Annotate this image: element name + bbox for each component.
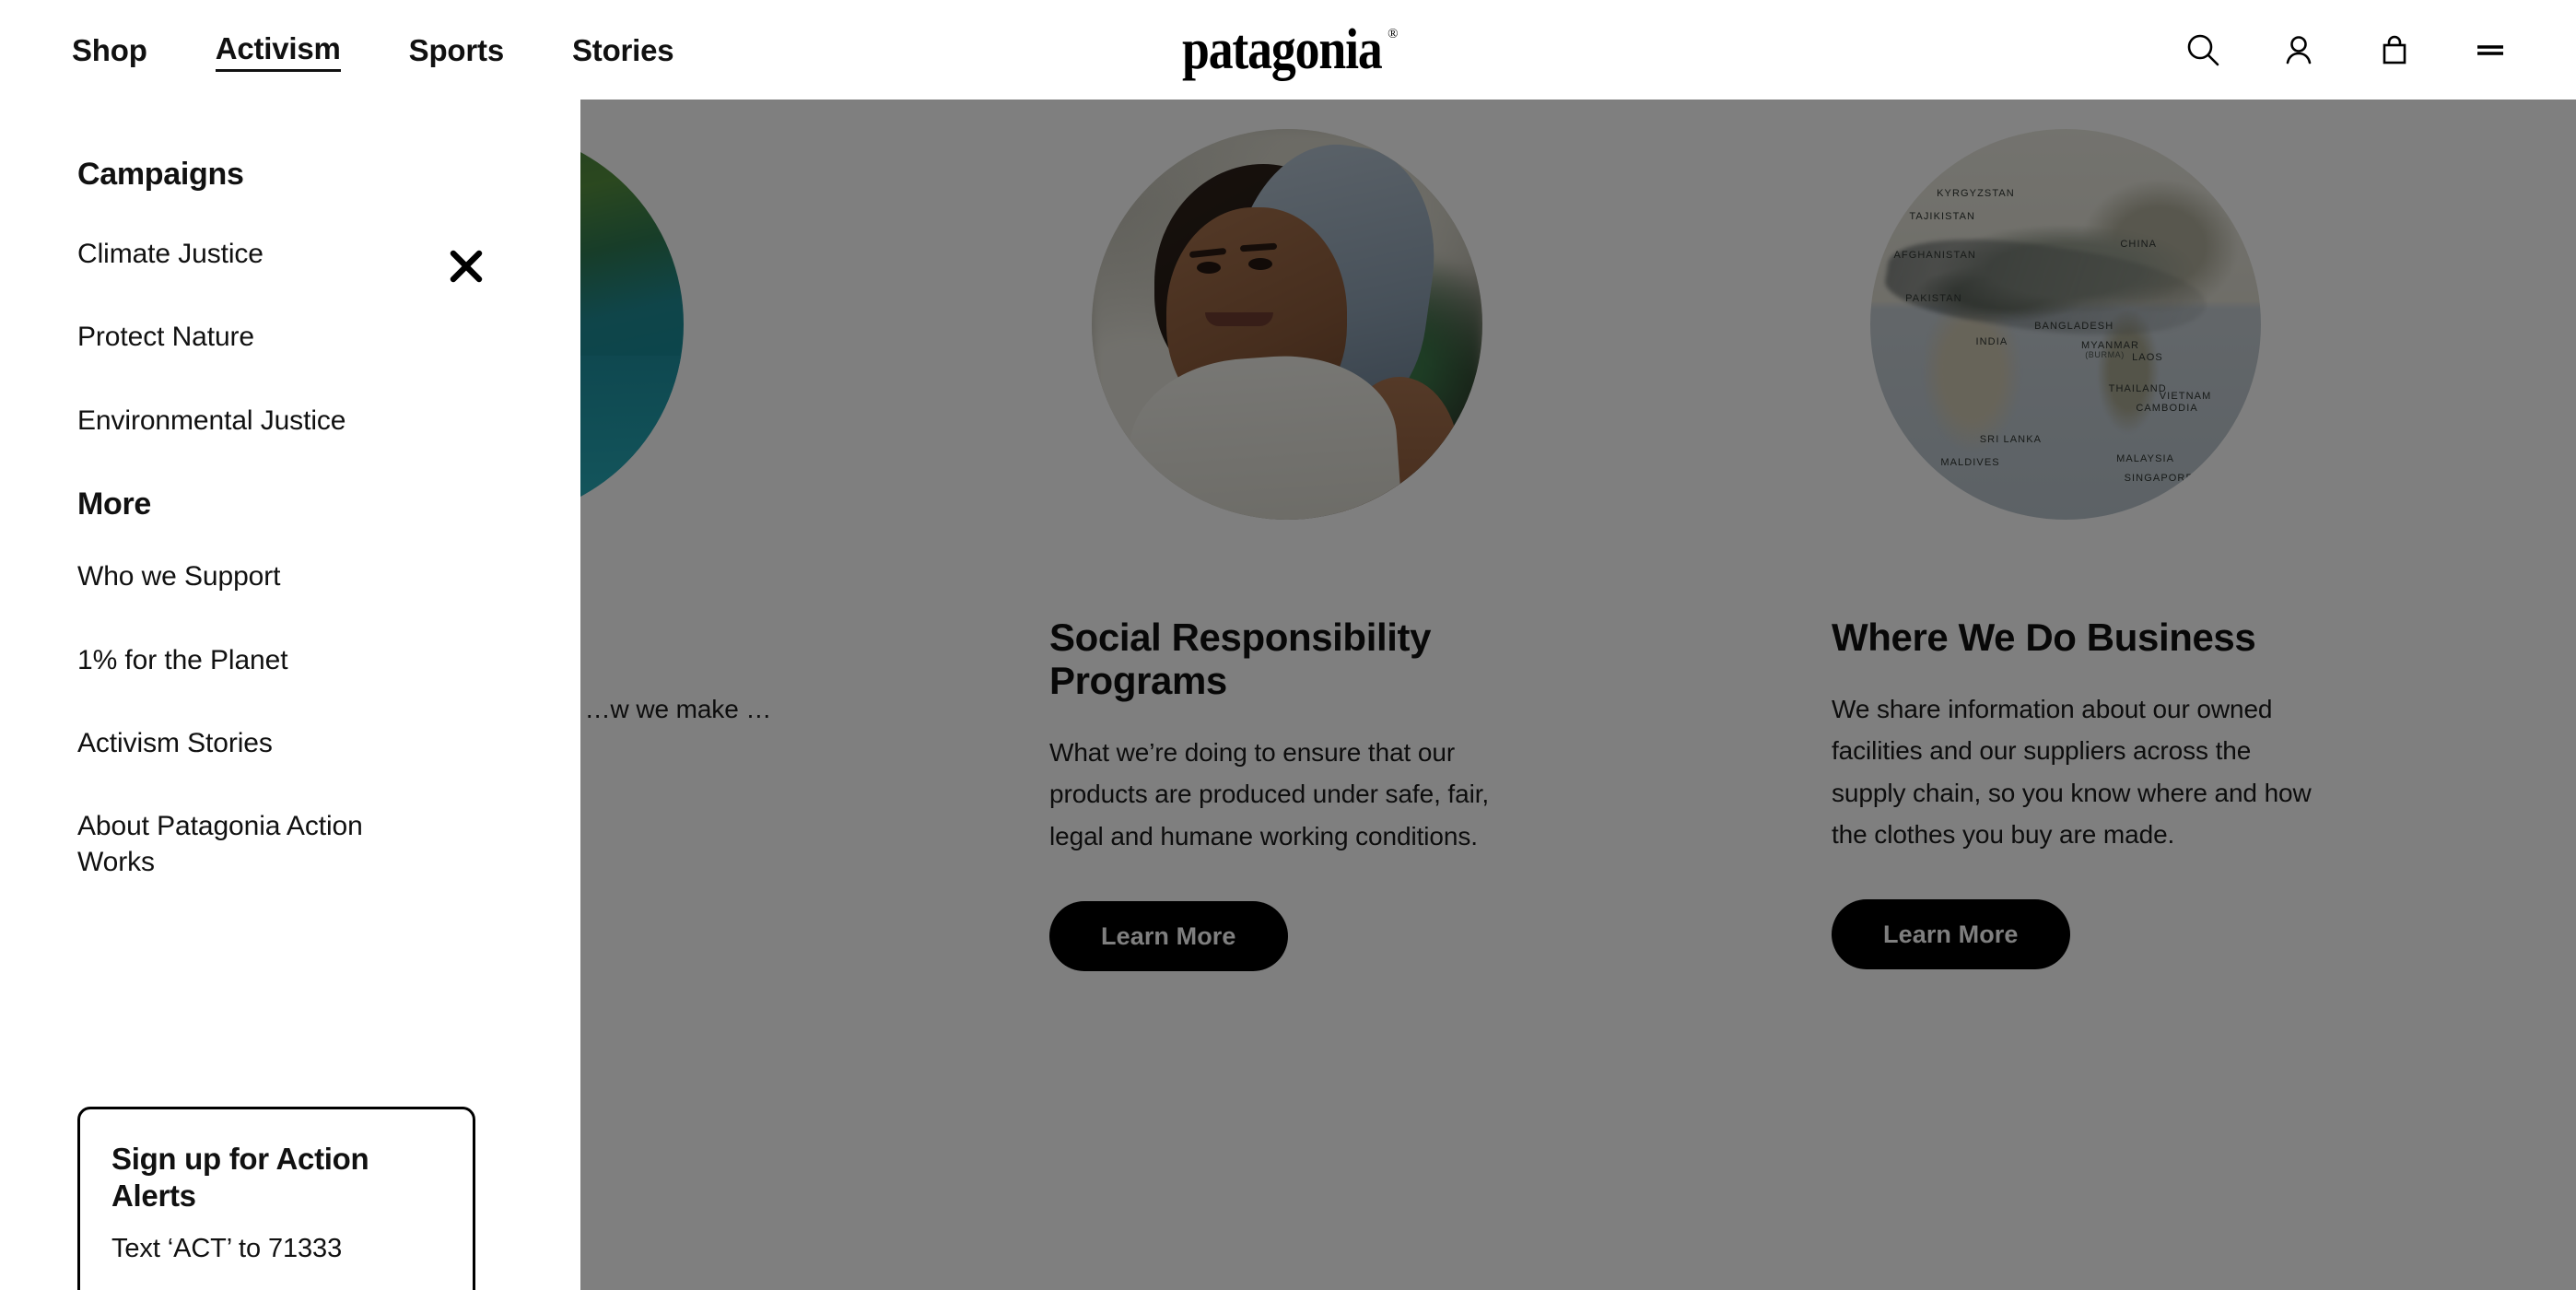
signup-subtitle: Text ‘ACT’ to 71333 [111, 1234, 343, 1264]
patagonia-logo[interactable]: patagonia ® [1177, 18, 1399, 82]
logo-wordmark: patagonia [1181, 18, 1383, 82]
close-x-glyph [450, 250, 483, 283]
header-actions [2182, 29, 2512, 71]
account-icon[interactable] [2277, 29, 2320, 71]
flyout-link-climate-justice[interactable]: Climate Justice [77, 237, 427, 272]
hamburger-menu-icon[interactable] [2469, 29, 2512, 71]
page-root: Our Footprint …ronmental …ponsibility …w… [0, 0, 2576, 1290]
search-icon[interactable] [2182, 29, 2224, 71]
signup-title: Sign up for Action Alerts [111, 1142, 369, 1213]
shopping-bag-icon[interactable] [2373, 29, 2416, 71]
nav-link-sports[interactable]: Sports [409, 29, 505, 71]
flyout-content: Campaigns Climate Justice Protect Nature… [0, 100, 580, 880]
close-icon[interactable] [445, 245, 487, 287]
flyout-link-activism-stories[interactable]: Activism Stories [77, 726, 427, 761]
signup-fine-print: Don‘t worry, we'll only contact you abou… [111, 1286, 441, 1290]
flyout-link-environmental-justice[interactable]: Environmental Justice [77, 404, 427, 439]
logo-registered-trademark: ® [1388, 27, 1399, 41]
site-header: Shop Activism Sports Stories patagonia ® [0, 0, 2576, 100]
bag-glyph [2383, 35, 2406, 64]
flyout-link-who-we-support[interactable]: Who we Support [77, 559, 427, 594]
flyout-link-protect-nature[interactable]: Protect Nature [77, 320, 427, 355]
nav-link-activism[interactable]: Activism [215, 28, 341, 72]
activism-flyout-panel: Campaigns Climate Justice Protect Nature… [0, 100, 580, 1290]
flyout-section-title-more: More [77, 487, 152, 522]
flyout-link-about-patagonia-action-works[interactable]: About Patagonia Action Works [77, 809, 427, 880]
hamburger-glyph [2477, 45, 2503, 55]
nav-link-shop[interactable]: Shop [72, 29, 147, 71]
flyout-section-title-campaigns: Campaigns [77, 157, 244, 192]
primary-nav: Shop Activism Sports Stories [72, 28, 742, 72]
person-glyph [2286, 36, 2312, 64]
action-alerts-signup-card[interactable]: Sign up for Action Alerts Text ‘ACT’ to … [77, 1107, 475, 1290]
flyout-link-one-percent-for-the-planet[interactable]: 1% for the Planet [77, 643, 427, 678]
nav-link-stories[interactable]: Stories [572, 29, 674, 71]
search-glyph [2187, 34, 2219, 66]
